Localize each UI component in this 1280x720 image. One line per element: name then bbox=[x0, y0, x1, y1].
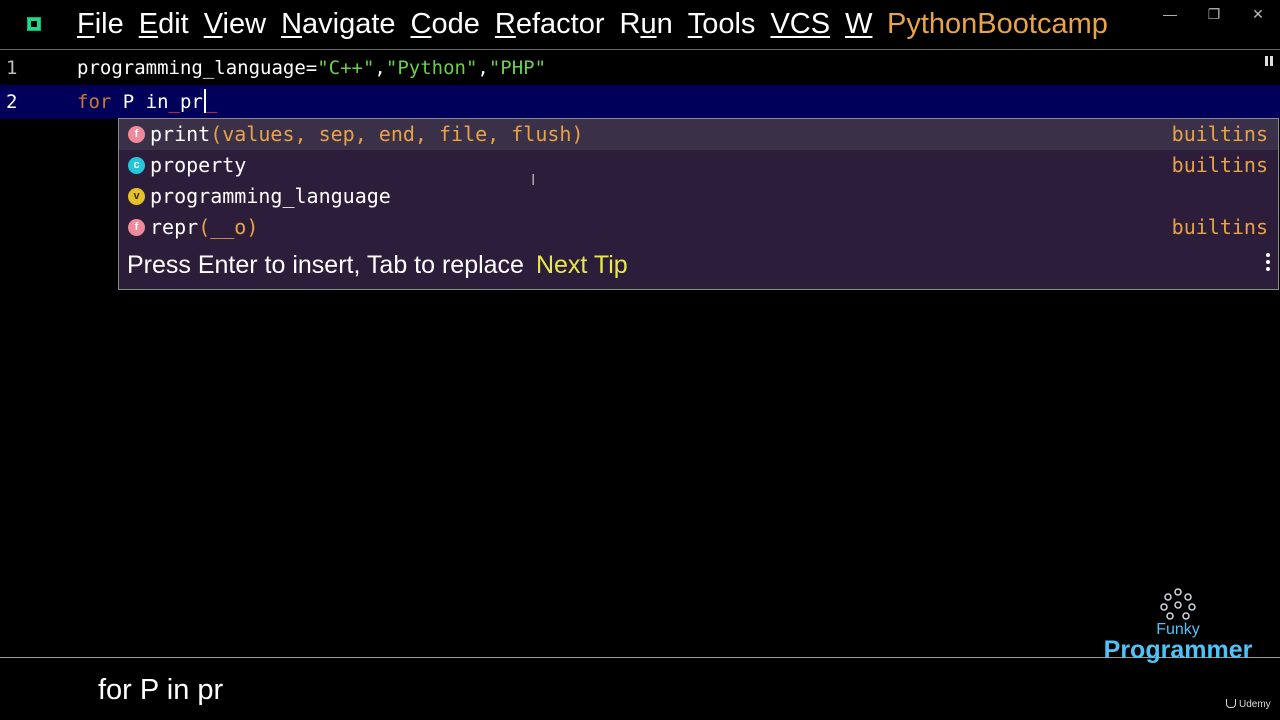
line-number: 1 bbox=[6, 57, 18, 79]
code-text: programming_language="C++","Python","PHP… bbox=[77, 57, 547, 79]
menu-refactor[interactable]: Refactor bbox=[495, 8, 605, 41]
brand-logo-icon bbox=[1160, 588, 1196, 620]
completion-item-programming-language[interactable]: v programming_language bbox=[119, 181, 1278, 212]
class-icon: c bbox=[128, 157, 145, 174]
completion-origin: builtins bbox=[1171, 153, 1268, 177]
menu-edit[interactable]: Edit bbox=[139, 8, 189, 41]
variable-icon: v bbox=[128, 188, 145, 205]
title-bar: File Edit View Navigate Code Refactor Ru… bbox=[0, 0, 1280, 50]
line-number: 2 bbox=[6, 91, 18, 113]
menu-vcs[interactable]: VCS bbox=[770, 8, 830, 41]
completion-origin: builtins bbox=[1171, 122, 1268, 146]
menu-tools[interactable]: Tools bbox=[688, 8, 756, 41]
menu-window[interactable]: W bbox=[845, 8, 872, 41]
next-tip-link[interactable]: Next Tip bbox=[536, 251, 628, 279]
mouse-ibeam-cursor-icon: I bbox=[531, 172, 536, 189]
restore-icon[interactable]: ❐ bbox=[1204, 6, 1224, 23]
code-line-2[interactable]: 2 for P in_pr _ bbox=[0, 85, 1280, 119]
close-icon[interactable]: ✕ bbox=[1248, 6, 1268, 23]
udemy-logo-icon bbox=[1226, 699, 1236, 708]
pycharm-app-icon[interactable] bbox=[27, 17, 41, 31]
brand-main-text: Programmer bbox=[1103, 636, 1253, 664]
brand-watermark: Funky Programmer bbox=[1084, 588, 1272, 664]
completion-item-print[interactable]: f print(values, sep, end, file, flush) b… bbox=[119, 119, 1278, 150]
project-title: PythonBootcamp bbox=[887, 8, 1108, 40]
menu-file[interactable]: File bbox=[77, 8, 124, 41]
function-icon: f bbox=[128, 126, 145, 143]
more-options-icon[interactable] bbox=[1266, 253, 1270, 274]
minimize-icon[interactable]: — bbox=[1160, 6, 1180, 22]
function-icon: f bbox=[128, 219, 145, 236]
completion-item-repr[interactable]: f repr(__o) builtins bbox=[119, 212, 1278, 243]
subtitle-caption: for P in pr bbox=[98, 674, 224, 706]
completion-popup: f print(values, sep, end, file, flush) b… bbox=[118, 118, 1279, 290]
menu-navigate[interactable]: Navigate bbox=[281, 8, 395, 41]
completion-tip: Press Enter to insert, Tab to replace Nex… bbox=[127, 251, 628, 279]
code-text: for P in_pr _ bbox=[77, 89, 218, 113]
code-line-1[interactable]: 1 programming_language="C++","Python","P… bbox=[0, 51, 1280, 85]
menu-code[interactable]: Code bbox=[411, 8, 480, 41]
completion-origin: builtins bbox=[1171, 215, 1268, 239]
completion-item-property[interactable]: c property builtins bbox=[119, 150, 1278, 181]
menu-bar: File Edit View Navigate Code Refactor Ru… bbox=[77, 8, 887, 41]
udemy-watermark: Udemy bbox=[1226, 699, 1271, 710]
menu-run[interactable]: Run bbox=[620, 8, 673, 41]
menu-view[interactable]: View bbox=[204, 8, 266, 41]
